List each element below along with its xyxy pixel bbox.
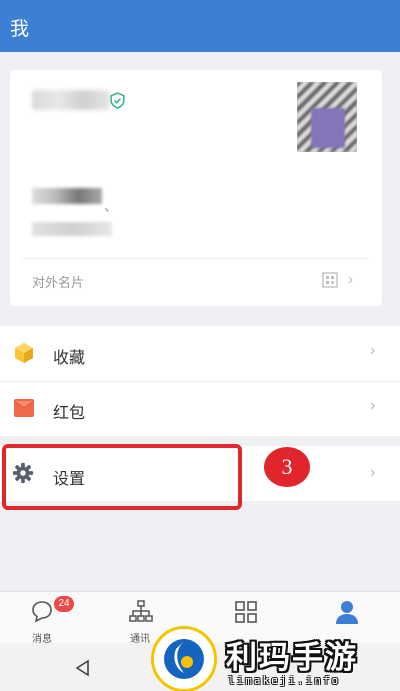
menu-item-label: 收藏 — [53, 350, 86, 367]
divider — [22, 258, 370, 259]
menu-item-label: 红包 — [53, 405, 86, 422]
verified-shield-icon — [110, 92, 125, 109]
chevron-right-icon: › — [348, 271, 353, 288]
red-envelope-icon — [13, 399, 35, 417]
app-header: 我 — [0, 0, 400, 52]
step-number-badge: 3 — [264, 447, 310, 487]
person-icon — [336, 601, 358, 624]
business-card-label[interactable]: 对外名片 — [32, 272, 84, 291]
menu-item-favorites[interactable]: 收藏 › — [0, 326, 400, 382]
page-title: 我 — [10, 19, 30, 40]
menu-item-red-packet[interactable]: 红包 › — [0, 381, 400, 436]
watermark-logo-icon — [164, 639, 204, 679]
settings-highlight-annotation — [2, 444, 242, 510]
blurred-department — [32, 222, 112, 236]
back-triangle-icon[interactable] — [74, 659, 92, 677]
watermark-title: 利玛手游 — [226, 640, 358, 676]
chevron-right-icon: › — [370, 464, 376, 481]
unread-count-badge: 24 — [54, 596, 74, 612]
favorites-cube-icon — [15, 343, 33, 363]
grid-apps-icon — [235, 601, 257, 623]
qr-code-icon[interactable] — [322, 272, 338, 288]
avatar[interactable] — [297, 82, 357, 152]
chat-bubble-icon — [32, 601, 52, 623]
menu-group: 收藏 › 红包 › — [0, 326, 400, 436]
org-chart-icon — [129, 600, 153, 622]
chevron-right-icon: › — [370, 342, 376, 359]
watermark-url: limakeji.info — [228, 674, 341, 687]
watermark-logo — [151, 626, 217, 691]
profile-card[interactable]: 、 对外名片 › — [10, 70, 382, 306]
blurred-company — [32, 188, 102, 204]
chevron-right-icon: › — [370, 397, 376, 414]
blurred-username — [32, 90, 110, 110]
